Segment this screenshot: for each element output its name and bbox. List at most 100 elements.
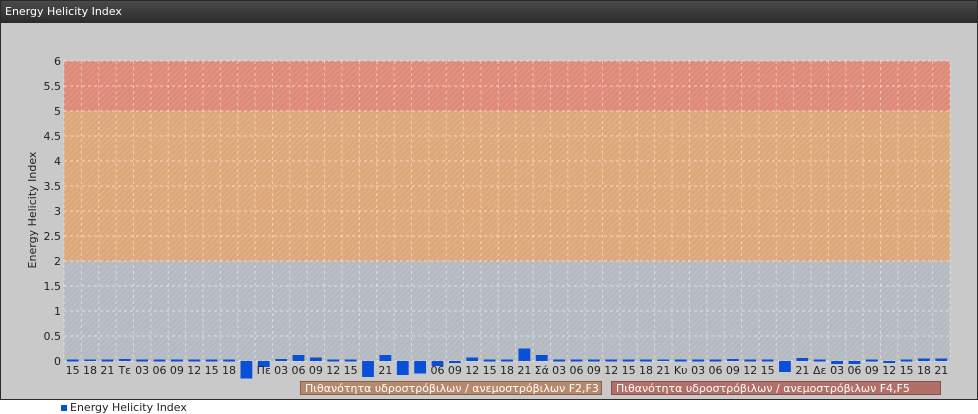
x-tick-label: 03	[691, 364, 705, 377]
x-tick-label: 15	[900, 364, 914, 377]
chart-window: Energy Helicity Index 0 0.5 1 1.5 2 2.5 3 3.5 4 4…	[0, 0, 978, 414]
y-tick-label: 1.5	[44, 280, 62, 293]
y-tick-label: 3.5	[44, 180, 62, 193]
x-tick-label: 12	[465, 364, 479, 377]
x-tick-label: 12	[326, 364, 340, 377]
x-tick-label: 15	[66, 364, 80, 377]
x-tick-label: 15	[761, 364, 775, 377]
x-tick-label: Κυ	[674, 364, 688, 377]
x-tick-label: 21	[795, 364, 809, 377]
x-tick-label: 03	[830, 364, 844, 377]
window-title: Energy Helicity Index	[5, 5, 122, 18]
x-tick-label: 21	[656, 364, 670, 377]
bar	[570, 359, 583, 362]
bar	[118, 359, 131, 361]
legend-series-swatch	[61, 405, 67, 411]
bar	[935, 358, 948, 361]
x-tick-label: 06	[708, 364, 722, 377]
y-tick-label: 1	[54, 305, 61, 318]
chart-area: 0 0.5 1 1.5 2 2.5 3 3.5 4 4.5 5 5.5 6 15 18 21 Τε 03 06 09…	[3, 25, 975, 414]
x-tick-label: 06	[569, 364, 583, 377]
y-tick-label: 0.5	[44, 330, 62, 343]
x-tick-label: 15	[622, 364, 636, 377]
x-tick-label: 12	[187, 364, 201, 377]
bar	[779, 361, 791, 372]
x-tick-label: 21	[378, 364, 392, 377]
ehi-chart: 00.511.522.533.544.555.56 15 18 21 Τε 03 06 09…	[26, 55, 951, 379]
x-tick-label: Τε	[117, 364, 131, 377]
bar	[674, 359, 687, 362]
y-tick-label: 5.5	[44, 80, 62, 93]
bar	[918, 358, 930, 361]
bar	[622, 359, 635, 362]
x-tick-label: 12	[604, 364, 618, 377]
bar	[396, 361, 409, 375]
bar	[796, 358, 809, 361]
bar	[883, 361, 896, 363]
x-tick-label: 12	[882, 364, 896, 377]
x-tick-label: 18	[83, 364, 97, 377]
bar	[66, 359, 79, 362]
x-tick-label: 06	[847, 364, 861, 377]
y-tick-label: 4	[54, 155, 61, 168]
legend-f45: Πιθανότητα υδροστρόβιλων / ανεμοστρόβιλω…	[611, 381, 941, 395]
bar	[205, 359, 218, 362]
bar	[136, 359, 149, 362]
y-tick-label: 6	[54, 55, 61, 68]
bar	[640, 359, 652, 362]
x-tick-label: 21	[934, 364, 948, 377]
x-tick-label: 15	[344, 364, 358, 377]
x-tick-label: Πε	[257, 364, 271, 377]
bar	[692, 359, 705, 362]
bar	[744, 359, 757, 362]
x-tick-label: 09	[448, 364, 462, 377]
bar	[501, 359, 513, 362]
bar	[657, 359, 670, 361]
legend-f23: Πιθανότητα υδροστρόβιλων / ανεμοστρόβιλω…	[300, 381, 602, 395]
bar	[309, 357, 322, 361]
bar	[483, 359, 496, 362]
bar	[414, 361, 427, 374]
x-tick-label: 03	[135, 364, 149, 377]
x-tick-label: 03	[274, 364, 288, 377]
bar	[362, 361, 374, 377]
bar	[188, 359, 201, 362]
x-tick-label: 09	[309, 364, 323, 377]
x-tick-label: 06	[431, 364, 445, 377]
x-tick-label: 03	[552, 364, 566, 377]
x-tick-label: 21	[517, 364, 531, 377]
y-tick-label: 2.5	[44, 230, 62, 243]
x-tick-label: 21	[100, 364, 114, 377]
x-tick-label: Σά	[535, 364, 549, 377]
bar	[553, 359, 566, 362]
bar	[761, 359, 774, 362]
x-tick-label: 15	[483, 364, 497, 377]
y-tick-label: 2	[54, 255, 61, 268]
x-tick-label: 06	[292, 364, 306, 377]
bar	[240, 361, 253, 379]
x-tick-label: 09	[726, 364, 740, 377]
legend-series: Energy Helicity Index	[61, 401, 187, 414]
x-tick-label: 12	[743, 364, 757, 377]
x-tick-label: 18	[917, 364, 931, 377]
y-tick-label: 0	[54, 355, 61, 368]
y-tick-label: 3	[54, 205, 61, 218]
x-tick-label: 09	[865, 364, 879, 377]
bar	[223, 359, 235, 362]
bar	[101, 359, 114, 362]
bar	[292, 355, 305, 361]
bar	[275, 359, 288, 361]
bar	[344, 359, 357, 362]
bar	[587, 359, 600, 362]
x-tick-label: 09	[587, 364, 601, 377]
bar	[171, 359, 183, 362]
bar	[518, 348, 531, 361]
bar	[327, 359, 340, 362]
bar	[379, 355, 392, 361]
bar	[900, 359, 913, 362]
bar	[535, 355, 548, 361]
legend-series-label: Energy Helicity Index	[70, 401, 187, 414]
bar	[726, 359, 739, 361]
y-tick-label: 5	[54, 105, 61, 118]
bar	[865, 359, 878, 362]
